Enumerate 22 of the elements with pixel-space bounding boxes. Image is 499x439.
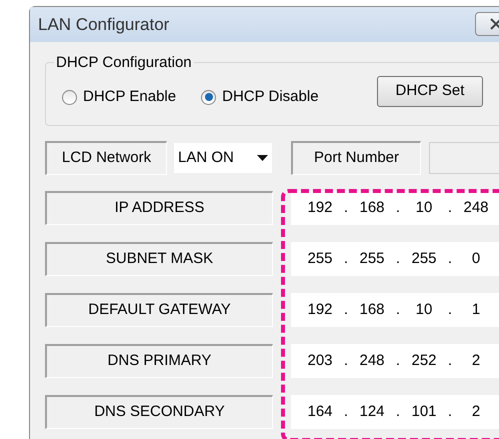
field-label: DEFAULT GATEWAY xyxy=(45,293,273,327)
ip-address-field[interactable]: 192 . 168 . 10 . 1 xyxy=(291,293,499,327)
ip-address-field[interactable]: 164 . 124 . 101 . 2 xyxy=(291,395,499,429)
dropdown-arrow-icon xyxy=(257,155,268,161)
ip-address-field[interactable]: 203 . 248 . 252 . 2 xyxy=(291,344,499,378)
field-label: IP ADDRESS xyxy=(45,191,273,225)
radio-option[interactable]: DHCP Disable xyxy=(201,86,319,108)
field-label: SUBNET MASK xyxy=(45,242,273,276)
ip-address-field[interactable]: 192 . 168 . 10 . 248 xyxy=(291,191,499,225)
dhcp-set-button[interactable]: DHCP Set xyxy=(377,76,483,107)
close-icon xyxy=(490,18,499,30)
window-title: LAN Configurator xyxy=(38,14,170,36)
radio-button[interactable] xyxy=(201,90,216,104)
field-label: DNS PRIMARY xyxy=(45,344,273,378)
port-number-label: Port Number xyxy=(291,141,421,175)
lcd-network-label: LCD Network xyxy=(45,141,167,175)
radio-button[interactable] xyxy=(62,90,77,104)
port-number-field[interactable] xyxy=(429,142,499,174)
radio-option[interactable]: DHCP Enable xyxy=(62,86,176,108)
field-label: DNS SECONDARY xyxy=(45,395,273,429)
ip-address-field[interactable]: 255 . 255 . 255 . 0 xyxy=(291,242,499,276)
lan-dropdown[interactable]: LAN ON xyxy=(174,143,272,173)
